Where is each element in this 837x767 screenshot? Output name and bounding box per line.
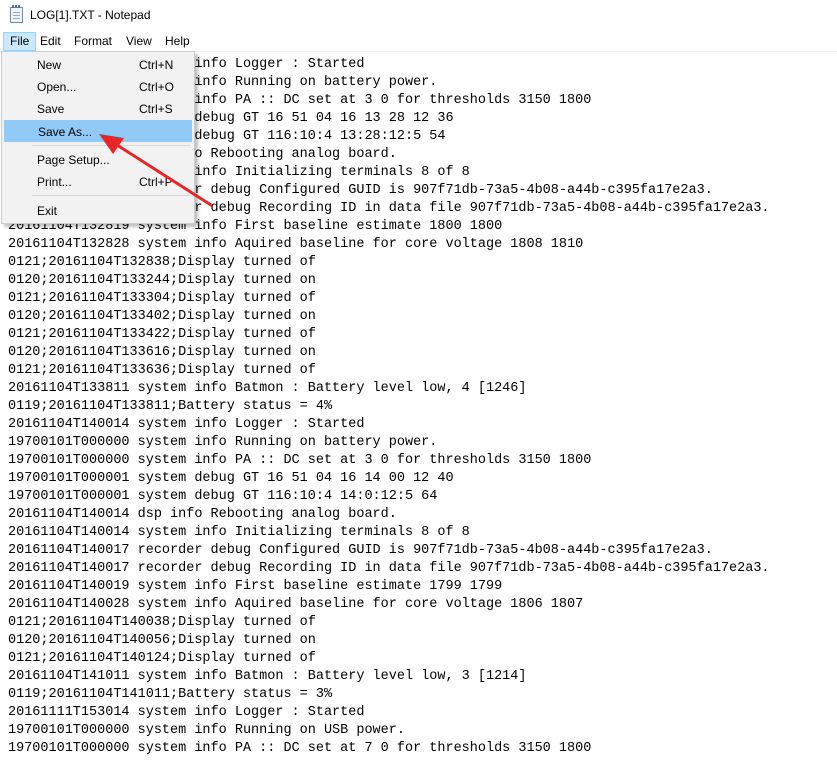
menu-bar: File Edit Format View Help [0, 31, 837, 52]
print-shortcut: Ctrl+P [139, 175, 173, 189]
log-line: 0121;20161104T133422;Display turned of [8, 327, 316, 342]
menu-separator [32, 195, 190, 196]
menu-item-save-as[interactable]: Save As... [4, 120, 192, 142]
notepad-icon [10, 5, 23, 23]
file-menu-dropdown: New Ctrl+N Open... Ctrl+O Save Ctrl+S Sa… [1, 51, 195, 224]
log-line: 0121;20161104T132838;Display turned of [8, 255, 316, 270]
page-setup-label: Page Setup... [37, 153, 110, 167]
save-as-label: Save As... [38, 125, 93, 139]
log-line: 0120;20161104T140056;Display turned on [8, 633, 316, 648]
log-line: 20161104T140017 recorder debug Recording… [8, 561, 770, 576]
log-line: 19700101T000001 system debug GT 16 51 04… [8, 471, 454, 486]
menu-item-exit[interactable]: Exit [4, 200, 192, 222]
log-line: 0120;20161104T133616;Display turned on [8, 345, 316, 360]
title-bar: LOG[1].TXT - Notepad [0, 0, 837, 31]
log-line: 0119;20161104T133811;Battery status = 4% [8, 399, 333, 414]
log-line: 0121;20161104T133304;Display turned of [8, 291, 316, 306]
menu-format[interactable]: Format [68, 32, 118, 51]
log-line: 19700101T000000 system info Running on b… [8, 435, 438, 450]
log-line: 19700101T000000 system info PA :: DC set… [8, 741, 592, 756]
log-line: 20161104T140019 system info First baseli… [8, 579, 503, 594]
window-title: LOG[1].TXT - Notepad [30, 8, 151, 22]
menu-file[interactable]: File [3, 32, 37, 51]
log-line: 20161104T140014 system info Logger : Sta… [8, 417, 365, 432]
open-label: Open... [37, 80, 77, 94]
menu-help[interactable]: Help [159, 32, 196, 51]
log-line: 0120;20161104T133402;Display turned on [8, 309, 316, 324]
exit-label: Exit [37, 204, 58, 218]
menu-view[interactable]: View [120, 32, 158, 51]
log-line: 20161104T140014 dsp info Rebooting analo… [8, 507, 397, 522]
log-line: 20161104T141011 system info Batmon : Bat… [8, 669, 527, 684]
print-label: Print... [37, 175, 72, 189]
log-line: 19700101T000000 system info Running on U… [8, 723, 405, 738]
open-shortcut: Ctrl+O [139, 80, 175, 94]
menu-separator [32, 145, 190, 146]
log-line: 0119;20161104T141011;Battery status = 3% [8, 687, 333, 702]
log-line: 19700101T000001 system debug GT 116:10:4… [8, 489, 438, 504]
log-line: 20161104T140028 system info Aquired base… [8, 597, 584, 612]
new-label: New [37, 58, 62, 72]
log-line: 20161104T133811 system info Batmon : Bat… [8, 381, 527, 396]
log-line: 20161104T140014 system info Initializing… [8, 525, 470, 540]
new-shortcut: Ctrl+N [139, 58, 174, 72]
log-line: 0121;20161104T140038;Display turned of [8, 615, 316, 630]
menu-item-open[interactable]: Open... Ctrl+O [4, 76, 192, 98]
log-line: 0121;20161104T140124;Display turned of [8, 651, 316, 666]
log-line: 0120;20161104T133244;Display turned on [8, 273, 316, 288]
menu-item-print[interactable]: Print... Ctrl+P [4, 171, 192, 193]
log-line: 20161111T153014 system info Logger : Sta… [8, 705, 365, 720]
save-shortcut: Ctrl+S [139, 102, 173, 116]
menu-item-new[interactable]: New Ctrl+N [4, 54, 192, 76]
menu-item-page-setup[interactable]: Page Setup... [4, 149, 192, 171]
menu-edit[interactable]: Edit [34, 32, 67, 51]
log-line: 20161104T140017 recorder debug Configure… [8, 543, 713, 558]
log-line: 19700101T000000 system info PA :: DC set… [8, 453, 592, 468]
save-label: Save [37, 102, 65, 116]
log-line: 0121;20161104T133636;Display turned of [8, 363, 316, 378]
menu-item-save[interactable]: Save Ctrl+S [4, 98, 192, 120]
log-line: 20161104T132828 system info Aquired base… [8, 237, 584, 252]
